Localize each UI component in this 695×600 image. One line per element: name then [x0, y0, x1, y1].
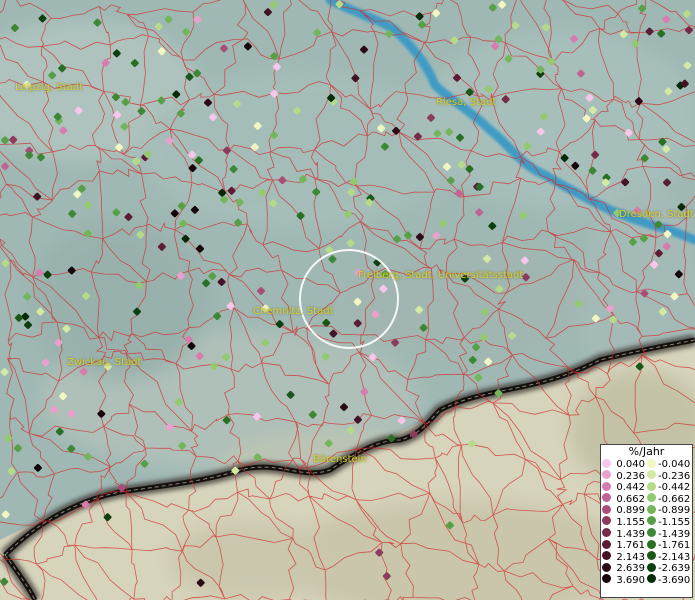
legend-swatch	[602, 551, 611, 561]
legend-entry: -1.761	[647, 539, 693, 552]
legend-title: %/Jahr	[628, 445, 665, 458]
legend-entry: 3.690	[602, 574, 648, 587]
legend-value: -0.442	[658, 482, 691, 494]
legend-value: -2.639	[658, 563, 691, 575]
legend-swatch	[647, 528, 656, 538]
legend-row: 2.143 -2.143	[601, 551, 693, 564]
legend-row: 0.442 -0.442	[601, 481, 693, 494]
legend-row: 0.040 -0.040	[601, 458, 693, 471]
legend-swatch	[647, 574, 656, 584]
legend-swatch	[602, 528, 611, 538]
legend-swatch	[602, 574, 611, 584]
legend-value: -2.143	[658, 551, 691, 563]
legend-entry: -0.040	[647, 458, 693, 471]
legend-row: 0.899 -0.899	[601, 504, 693, 517]
legend-row: 0.236 -0.236	[601, 470, 693, 483]
legend-value: 2.639	[616, 563, 645, 575]
legend-swatch	[602, 481, 611, 491]
legend-swatch	[647, 493, 656, 503]
legend-value: -1.761	[658, 540, 691, 552]
legend-entry: -2.143	[647, 551, 693, 564]
legend-value: 0.236	[616, 470, 645, 482]
legend-swatch	[647, 504, 656, 514]
city-label-riesa: Riesa, Stadt	[436, 97, 497, 108]
city-label-dresden: Dresden, Stadt	[619, 209, 694, 220]
legend-swatch	[602, 504, 611, 514]
legend-value: 1.439	[616, 528, 645, 540]
city-label-chemnitz: Chemnitz, Stadt	[253, 306, 334, 317]
legend-value: 0.899	[616, 505, 645, 517]
legend-swatch	[602, 516, 611, 526]
legend-entry: 1.439	[602, 528, 648, 541]
legend-entry: 2.639	[602, 562, 648, 575]
legend-row: 1.155 -1.155	[601, 516, 693, 529]
legend-value: -0.662	[658, 493, 691, 505]
legend-row: 3.690 -3.690	[601, 574, 693, 587]
legend-entry: 0.236	[602, 470, 648, 483]
legend-swatch	[647, 539, 656, 549]
legend-value: -0.040	[658, 459, 691, 470]
legend-value: 0.442	[616, 482, 645, 494]
city-label-leipzig: Leipzig, Stadt	[15, 82, 84, 93]
legend-value: 2.143	[616, 551, 645, 563]
legend-swatch	[647, 551, 656, 561]
legend-entry: -1.439	[647, 528, 693, 541]
legend-row: 2.639 -2.639	[601, 562, 693, 575]
legend-entry: -0.662	[647, 493, 693, 506]
legend-entry: -3.690	[647, 574, 693, 587]
legend-entry: 0.662	[602, 493, 648, 506]
legend-entry: -0.442	[647, 481, 693, 494]
legend-swatch	[647, 470, 656, 480]
city-label-zwickau: Zwickau, Stadt	[67, 357, 142, 368]
legend-swatch	[647, 458, 656, 468]
legend-value: 1.761	[616, 540, 645, 552]
legend-swatch	[647, 516, 656, 526]
legend-entry: -0.236	[647, 470, 693, 483]
legend-rows: 0.040 -0.040 0.236 -0.236 0.442 -0.442 0.662 -0…	[601, 458, 693, 587]
legend-value: -3.690	[658, 574, 691, 586]
legend-value: 1.155	[616, 516, 645, 528]
legend-swatch	[602, 493, 611, 503]
legend-swatch	[602, 470, 611, 480]
legend-row: 1.439 -1.439	[601, 528, 693, 541]
legend-value: -1.439	[658, 528, 691, 540]
legend-entry: -2.639	[647, 562, 693, 575]
legend-value: 0.662	[616, 493, 645, 505]
terrain-layer	[0, 0, 695, 600]
legend-value: -1.155	[658, 516, 691, 528]
legend: %/Jahr 0.040 -0.040 0.236 -0.236 0.442 -0.442…	[600, 444, 693, 598]
legend-entry: 2.143	[602, 551, 648, 564]
legend-entry: 0.899	[602, 504, 648, 517]
legend-value: -0.236	[658, 470, 691, 482]
legend-swatch	[647, 481, 656, 491]
legend-swatch	[602, 539, 611, 549]
legend-row: 1.761 -1.761	[601, 539, 693, 552]
legend-entry: 0.442	[602, 481, 648, 494]
legend-value: -0.899	[658, 505, 691, 517]
city-label-freiberg: Freiberg, Stadt, Universitätsstadt	[358, 270, 524, 281]
legend-entry: -1.155	[647, 516, 693, 529]
legend-entry: -0.899	[647, 504, 693, 517]
city-label-baerenstein: Bärenstein	[313, 454, 367, 465]
legend-entry: 0.040	[602, 458, 648, 471]
legend-swatch	[602, 458, 611, 468]
legend-entry: 1.761	[602, 539, 648, 552]
legend-swatch	[647, 562, 656, 572]
map-view[interactable]: Leipzig, Stadt Riesa, Stadt Dresden, Sta…	[0, 0, 695, 600]
legend-value: 0.040	[616, 459, 645, 470]
legend-swatch	[602, 562, 611, 572]
map-canvas	[0, 0, 695, 600]
legend-row: 0.662 -0.662	[601, 493, 693, 506]
legend-entry: 1.155	[602, 516, 648, 529]
legend-value: 3.690	[616, 574, 645, 586]
